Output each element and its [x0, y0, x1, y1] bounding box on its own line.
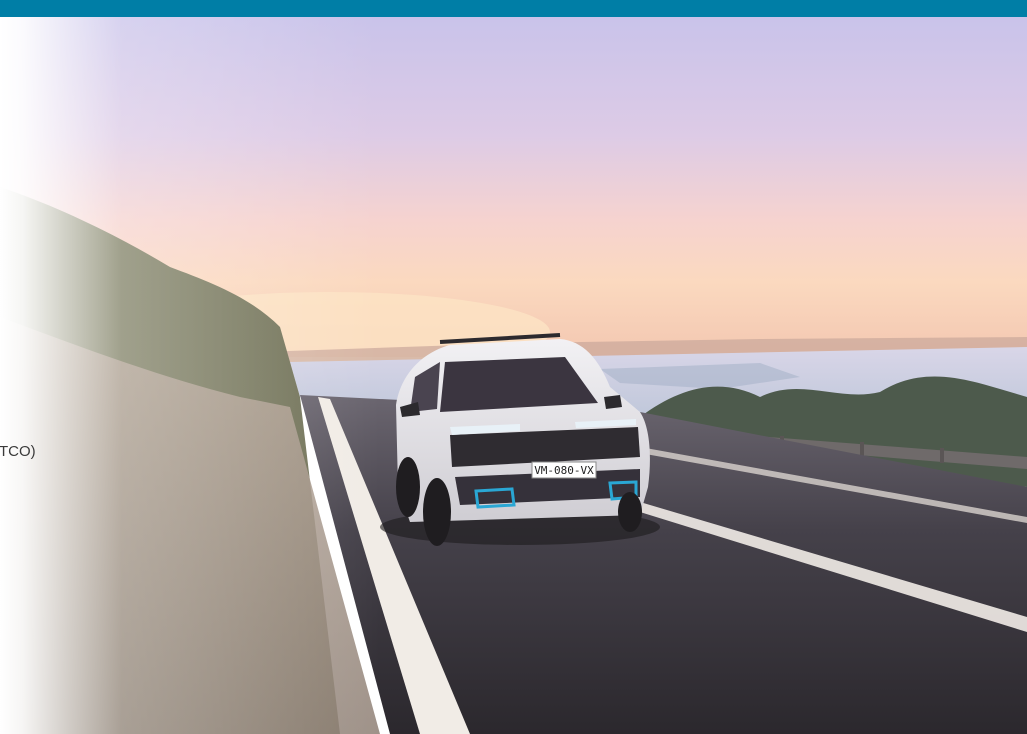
hero-left-fade	[0, 17, 380, 734]
hero-image: VM-080-VX	[0, 17, 1027, 734]
license-plate-text: VM-080-VX	[534, 464, 594, 477]
page: VM-080-VX (TCO)	[0, 0, 1027, 734]
side-text: (TCO)	[0, 443, 36, 460]
top-bar	[0, 0, 1027, 17]
